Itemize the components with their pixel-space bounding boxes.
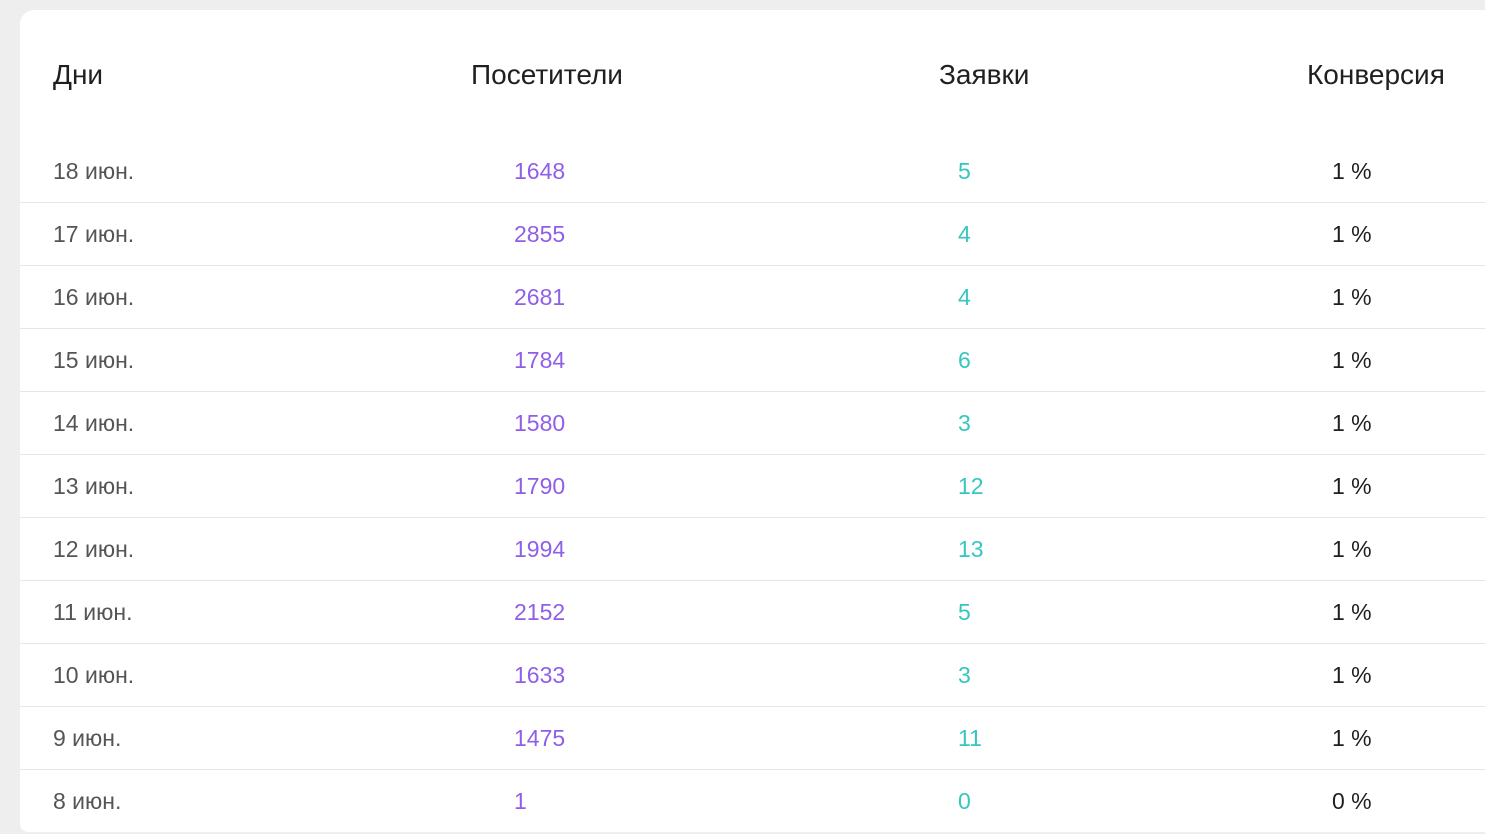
cell-requests: 4	[725, 265, 1170, 329]
table-row: 14 июн. 1580 3 1 %	[20, 391, 1485, 455]
table-row: 11 июн. 2152 5 1 %	[20, 580, 1485, 644]
cell-visitors: 1475	[360, 706, 725, 770]
table-row: 12 июн. 1994 13 1 %	[20, 517, 1485, 581]
table-row: 9 июн. 1475 11 1 %	[20, 706, 1485, 770]
cell-visitors: 1580	[360, 391, 725, 455]
cell-conversion: 1 %	[1170, 517, 1485, 581]
cell-day: 16 июн.	[20, 265, 360, 329]
cell-requests: 3	[725, 643, 1170, 707]
cell-day: 9 июн.	[20, 706, 360, 770]
cell-visitors: 2152	[360, 580, 725, 644]
cell-visitors: 1784	[360, 328, 725, 392]
header-requests[interactable]: Заявки	[725, 10, 1170, 140]
cell-day: 10 июн.	[20, 643, 360, 707]
cell-conversion: 1 %	[1170, 454, 1485, 518]
cell-conversion: 1 %	[1170, 328, 1485, 392]
cell-visitors: 1790	[360, 454, 725, 518]
cell-visitors: 1994	[360, 517, 725, 581]
cell-visitors: 2855	[360, 202, 725, 266]
table-row: 15 июн. 1784 6 1 %	[20, 328, 1485, 392]
cell-conversion: 1 %	[1170, 202, 1485, 266]
cell-requests: 5	[725, 140, 1170, 203]
cell-day: 8 июн.	[20, 769, 360, 832]
cell-conversion: 1 %	[1170, 140, 1485, 203]
cell-requests: 4	[725, 202, 1170, 266]
table-row: 17 июн. 2855 4 1 %	[20, 202, 1485, 266]
cell-requests: 6	[725, 328, 1170, 392]
cell-conversion: 0 %	[1170, 769, 1485, 832]
cell-visitors: 1648	[360, 140, 725, 203]
cell-day: 12 июн.	[20, 517, 360, 581]
table-row: 13 июн. 1790 12 1 %	[20, 454, 1485, 518]
cell-requests: 11	[725, 706, 1170, 770]
cell-conversion: 1 %	[1170, 391, 1485, 455]
cell-conversion: 1 %	[1170, 580, 1485, 644]
cell-day: 11 июн.	[20, 580, 360, 644]
cell-visitors: 1633	[360, 643, 725, 707]
cell-requests: 0	[725, 769, 1170, 832]
table-body: 18 июн. 1648 5 1 % 17 июн. 2855 4 1 % 16…	[20, 140, 1485, 832]
header-days[interactable]: Дни	[20, 10, 360, 140]
cell-requests: 12	[725, 454, 1170, 518]
cell-conversion: 1 %	[1170, 265, 1485, 329]
table-row: 10 июн. 1633 3 1 %	[20, 643, 1485, 707]
cell-requests: 3	[725, 391, 1170, 455]
cell-day: 17 июн.	[20, 202, 360, 266]
table-row: 16 июн. 2681 4 1 %	[20, 265, 1485, 329]
cell-requests: 5	[725, 580, 1170, 644]
table-header-row: Дни Посетители Заявки Конверсия	[20, 10, 1485, 140]
cell-day: 18 июн.	[20, 140, 360, 203]
cell-visitors: 2681	[360, 265, 725, 329]
cell-day: 13 июн.	[20, 454, 360, 518]
cell-day: 15 июн.	[20, 328, 360, 392]
stats-card: Дни Посетители Заявки Конверсия 18 июн. …	[20, 10, 1485, 832]
table-row: 8 июн. 1 0 0 %	[20, 769, 1485, 832]
cell-day: 14 июн.	[20, 391, 360, 455]
cell-visitors: 1	[360, 769, 725, 832]
cell-conversion: 1 %	[1170, 706, 1485, 770]
cell-requests: 13	[725, 517, 1170, 581]
cell-conversion: 1 %	[1170, 643, 1485, 707]
header-visitors[interactable]: Посетители	[360, 10, 725, 140]
header-conversion[interactable]: Конверсия	[1170, 10, 1485, 140]
daily-stats-table: Дни Посетители Заявки Конверсия 18 июн. …	[20, 10, 1485, 832]
table-row: 18 июн. 1648 5 1 %	[20, 140, 1485, 203]
